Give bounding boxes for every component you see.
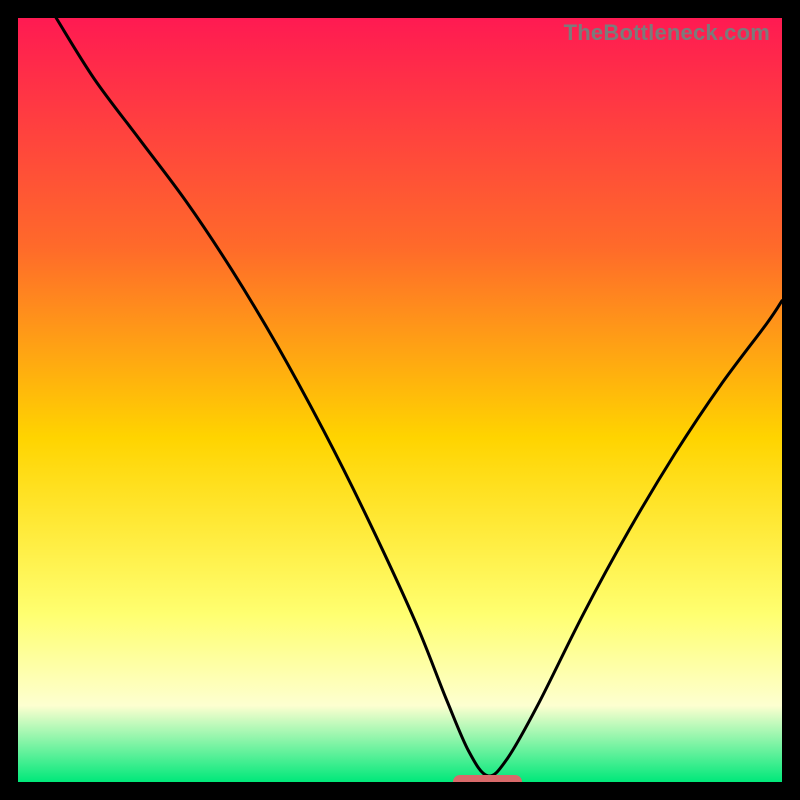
- plot-area: TheBottleneck.com: [18, 18, 782, 782]
- optimal-range-marker: [453, 775, 522, 782]
- chart-frame: TheBottleneck.com: [0, 0, 800, 800]
- bottleneck-curve: [18, 18, 782, 782]
